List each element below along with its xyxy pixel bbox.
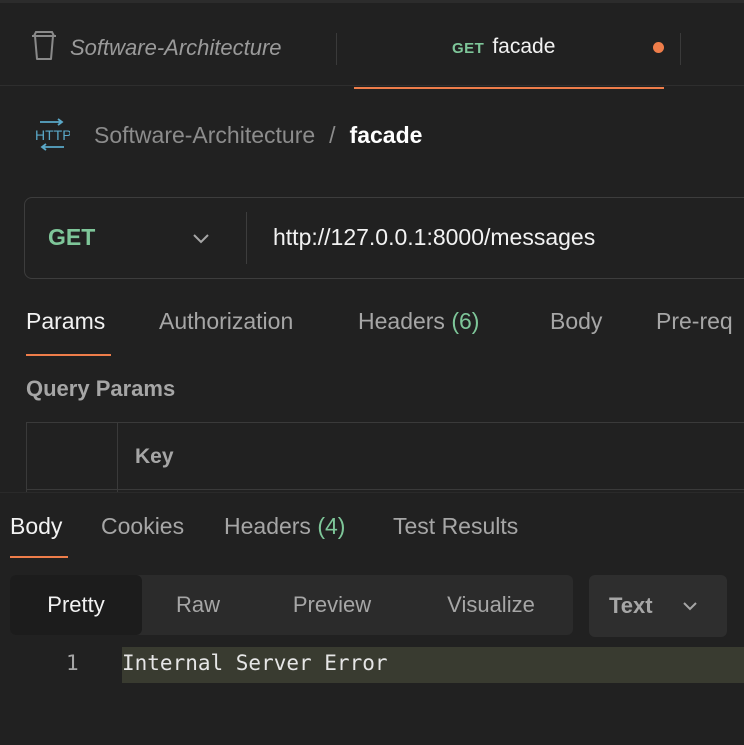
chevron-down-icon xyxy=(681,597,699,620)
tab-collection-label: Software-Architecture xyxy=(70,35,282,60)
breadcrumb: HTTP Software-Architecture / facade xyxy=(34,116,422,154)
response-tab-headers-count: (4) xyxy=(317,513,346,539)
response-view-switcher: Pretty Raw Preview Visualize xyxy=(10,575,573,635)
unsaved-dot-icon xyxy=(653,42,664,53)
url-input[interactable]: http://127.0.0.1:8000/messages xyxy=(273,224,595,251)
tab-authorization[interactable]: Authorization xyxy=(159,308,293,335)
query-params-title: Query Params xyxy=(26,376,176,401)
breadcrumb-separator: / xyxy=(329,121,336,148)
active-tab-indicator xyxy=(354,87,664,89)
view-raw-button[interactable]: Raw xyxy=(142,575,254,635)
http-icon: HTTP xyxy=(34,118,72,152)
tab-headers[interactable]: Headers (6) xyxy=(358,308,479,335)
response-pane: Body Cookies Headers (4) Test Results Pr… xyxy=(0,492,744,745)
table-row-divider xyxy=(27,489,744,490)
response-tab-headers[interactable]: Headers (4) xyxy=(224,513,345,540)
tab-body[interactable]: Body xyxy=(550,308,602,335)
response-code-line: 1 Internal Server Error xyxy=(0,647,744,683)
trash-icon xyxy=(30,30,58,66)
query-params-table: Key xyxy=(26,422,744,495)
method-value: GET xyxy=(48,224,96,250)
view-preview-button[interactable]: Preview xyxy=(274,575,390,635)
active-tab-indicator xyxy=(26,354,111,356)
url-bar: GET http://127.0.0.1:8000/messages xyxy=(24,197,744,279)
chevron-down-icon xyxy=(191,228,211,253)
response-tab-cookies[interactable]: Cookies xyxy=(101,513,184,540)
tab-divider xyxy=(680,33,681,65)
response-format-select[interactable]: Text xyxy=(589,575,727,637)
response-tab-test-results[interactable]: Test Results xyxy=(393,513,518,540)
url-divider xyxy=(246,212,247,264)
response-format-value: Text xyxy=(609,593,653,618)
tab-divider xyxy=(336,33,337,65)
tab-prerequest-script[interactable]: Pre-req xyxy=(656,308,733,335)
svg-text:HTTP: HTTP xyxy=(35,127,70,143)
response-tab-headers-label: Headers xyxy=(224,513,311,539)
method-select[interactable]: GET xyxy=(25,198,247,278)
column-header-key: Key xyxy=(135,445,174,468)
line-number: 1 xyxy=(66,651,79,675)
tab-collection-overview[interactable]: Software-Architecture xyxy=(30,30,282,66)
view-visualize-button[interactable]: Visualize xyxy=(430,575,552,635)
tab-headers-label: Headers xyxy=(358,308,445,334)
active-tab-indicator xyxy=(10,556,68,558)
tab-request-facade[interactable]: GET facade xyxy=(354,6,664,89)
tab-request-name: facade xyxy=(492,35,556,58)
view-pretty-button[interactable]: Pretty xyxy=(10,575,142,635)
tab-method-badge: GET xyxy=(452,40,485,57)
table-column-divider xyxy=(117,423,118,495)
tab-bar: Software-Architecture GET facade xyxy=(0,0,744,89)
breadcrumb-request-name[interactable]: facade xyxy=(350,122,423,149)
tab-headers-count: (6) xyxy=(451,308,480,334)
breadcrumb-collection[interactable]: Software-Architecture xyxy=(94,122,315,149)
response-body-text[interactable]: Internal Server Error xyxy=(122,651,388,675)
tab-params[interactable]: Params xyxy=(26,308,105,335)
response-tab-body[interactable]: Body xyxy=(10,513,62,540)
